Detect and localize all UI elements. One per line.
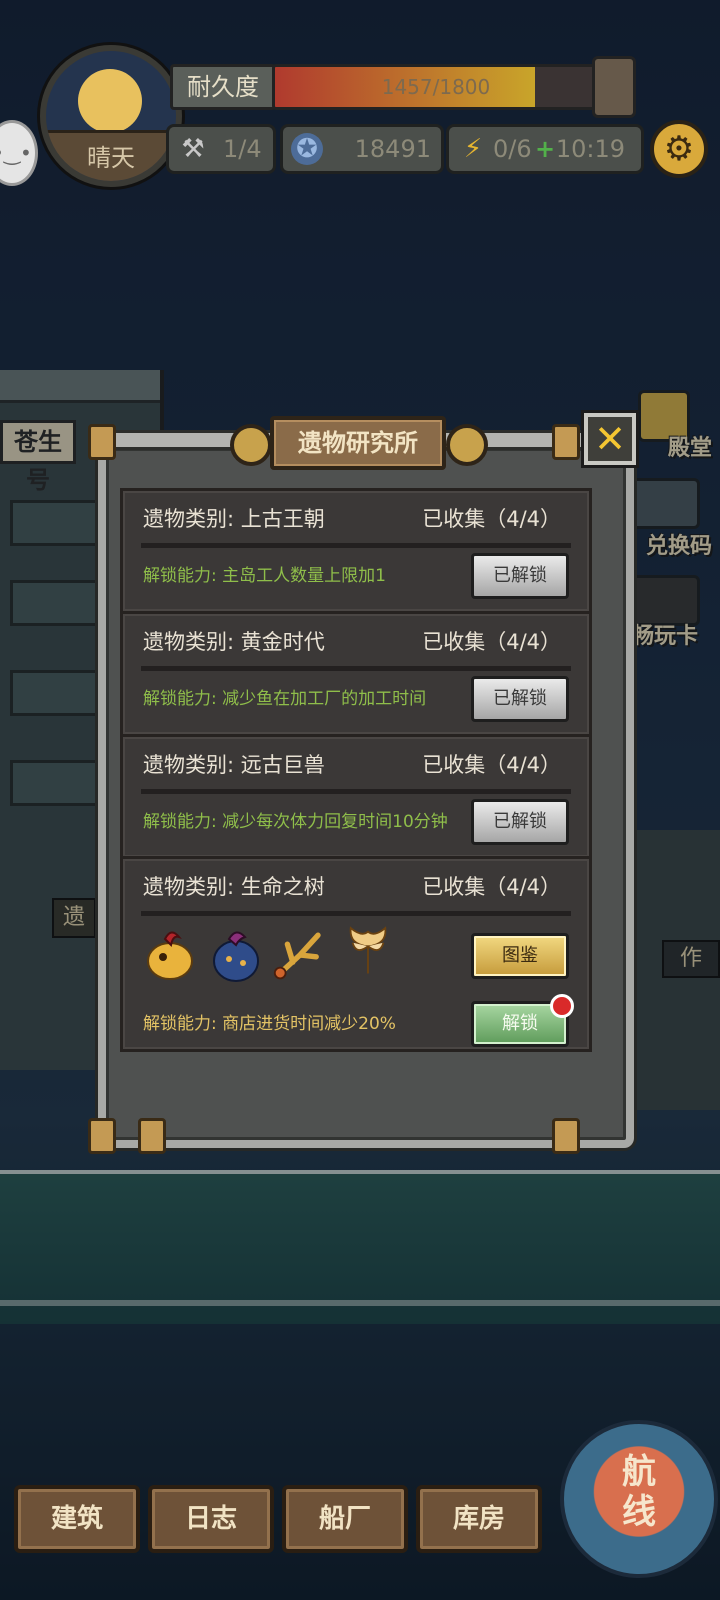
title-knob-right [446, 424, 488, 466]
notification-dot [550, 994, 574, 1018]
coins-counter[interactable]: ✪ 18491 [280, 124, 444, 174]
card-divider [141, 543, 571, 548]
route-label: 航线 [622, 1452, 656, 1532]
pipe-joint [138, 1118, 166, 1154]
route-button[interactable]: 航线 [560, 1420, 718, 1578]
sun-icon [78, 69, 142, 133]
durability-bar: 1457/1800 [272, 64, 600, 110]
nav-warehouse[interactable]: 库房 [416, 1485, 542, 1553]
relic-collected: 已收集（4/4） [422, 875, 561, 899]
panel-title: 遗物研究所 [270, 416, 446, 470]
durability-bar-end-cap [592, 56, 636, 118]
pipe-joint [552, 424, 580, 460]
unlock-button-label: 解锁 [502, 1013, 538, 1034]
relic-category: 遗物类别: 上古王朝 [143, 507, 325, 531]
title-knob-left [230, 424, 272, 466]
nav-log[interactable]: 日志 [148, 1485, 274, 1553]
relic-ability: 解锁能力: 商店进货时间减少20% [143, 1014, 396, 1034]
unlocked-button[interactable]: 已解锁 [471, 553, 569, 599]
codex-button[interactable]: 图鉴 [471, 933, 569, 979]
card-divider [141, 789, 571, 794]
unlocked-button[interactable]: 已解锁 [471, 676, 569, 722]
add-energy-icon[interactable]: + [535, 127, 555, 171]
golden-fruit-creature-icon[interactable] [143, 925, 197, 985]
coins-value: 18491 [354, 135, 431, 163]
durability-label: 耐久度 [170, 64, 276, 110]
card-divider [141, 666, 571, 671]
close-button[interactable]: ✕ [584, 413, 636, 465]
pipe-joint [552, 1118, 580, 1154]
pipe-joint [88, 424, 116, 460]
nav-shipyard[interactable]: 船厂 [282, 1485, 408, 1553]
unlock-button[interactable]: 解锁 [471, 994, 574, 1047]
weather-label: 晴天 [87, 144, 135, 172]
blue-seed-pod-icon[interactable] [209, 925, 263, 985]
pipe-joint [88, 1118, 116, 1154]
weather-indicator[interactable]: 晴天 [40, 45, 182, 187]
durability-value: 1457/1800 [381, 75, 491, 99]
energy-value: 0/6 [493, 135, 532, 163]
relic-category: 遗物类别: 远古巨兽 [143, 753, 325, 777]
relic-card-ancient-dynasty: 遗物类别: 上古王朝 已收集（4/4） 解锁能力: 主岛工人数量上限加1 已解锁 [120, 488, 592, 614]
energy-timer: 10:19 [555, 135, 625, 163]
relic-card-ancient-beast: 遗物类别: 远古巨兽 已收集（4/4） 解锁能力: 减少每次体力回复时间10分钟… [120, 734, 592, 860]
relic-card-tree-of-life: 遗物类别: 生命之树 已收集（4/4） 图鉴 解锁能力: 商店进货时间减少20%… [120, 856, 592, 1052]
workers-value: 1/4 [223, 135, 262, 163]
nav-building[interactable]: 建筑 [14, 1485, 140, 1553]
lightning-icon: ⚡ [463, 134, 483, 164]
relic-category: 遗物类别: 黄金时代 [143, 630, 325, 654]
relic-collected: 已收集（4/4） [422, 507, 561, 531]
relic-category: 遗物类别: 生命之树 [143, 875, 325, 899]
relic-ability: 解锁能力: 主岛工人数量上限加1 [143, 566, 386, 586]
relic-collected: 已收集（4/4） [422, 753, 561, 777]
workers-counter[interactable]: ⚒ 1/4 [166, 124, 276, 174]
settings-gear-icon[interactable]: ⚙ [650, 120, 708, 178]
golden-branch-icon[interactable] [273, 925, 327, 985]
energy-counter[interactable]: ⚡ 0/6 + 10:19 [446, 124, 644, 174]
relic-collected: 已收集（4/4） [422, 630, 561, 654]
unlocked-button[interactable]: 已解锁 [471, 799, 569, 845]
coin-icon: ✪ [291, 133, 323, 165]
relic-ability: 解锁能力: 减少每次体力回复时间10分钟 [143, 812, 448, 832]
card-divider [141, 911, 571, 916]
relic-card-golden-age: 遗物类别: 黄金时代 已收集（4/4） 解锁能力: 减少鱼在加工厂的加工时间 已… [120, 611, 592, 737]
relic-ability: 解锁能力: 减少鱼在加工厂的加工时间 [143, 689, 427, 709]
hammer-wrench-icon: ⚒ [181, 134, 205, 164]
golden-leaf-icon[interactable] [341, 919, 395, 979]
